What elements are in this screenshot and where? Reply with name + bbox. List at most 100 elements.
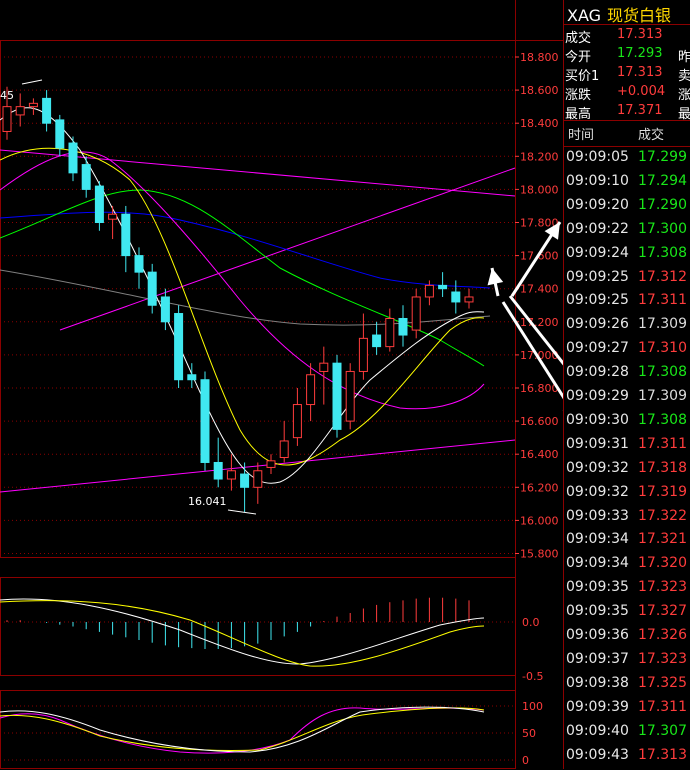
trade-time: 09:09:31 <box>566 435 629 452</box>
candle-body <box>226 470 236 480</box>
candle-body <box>385 317 395 348</box>
trade-price: 17.311 <box>638 292 687 309</box>
quote-label: 成交 <box>565 31 592 46</box>
candle-body <box>42 97 52 124</box>
arrow-small-up-head <box>487 268 504 286</box>
trade-price: 17.322 <box>638 507 687 524</box>
high-marker-leader <box>21 79 43 85</box>
trade-price: 17.313 <box>638 746 687 763</box>
trades-header: 时间 成交 <box>563 122 690 146</box>
trade-time: 09:09:32 <box>566 459 629 476</box>
candle-body <box>411 296 421 331</box>
trade-time: 09:09:22 <box>566 220 629 237</box>
low-marker-label: 16.041 <box>188 495 227 508</box>
candle-body <box>200 379 210 463</box>
header-divider <box>563 146 690 147</box>
trade-time: 09:09:34 <box>566 555 629 572</box>
chart-grid <box>0 0 563 769</box>
trade-time: 09:09:35 <box>566 579 629 596</box>
quote-label-secondary: 昨 <box>678 50 690 65</box>
candle-body <box>108 213 118 220</box>
quote-value: 17.293 <box>617 46 663 61</box>
trade-time: 09:09:33 <box>566 507 629 524</box>
trade-price: 17.311 <box>638 698 687 715</box>
quote-value: 17.313 <box>617 65 663 80</box>
trade-price: 17.299 <box>638 149 687 165</box>
trade-price: 17.310 <box>638 340 687 357</box>
ma10-line <box>0 147 485 466</box>
quote-label-secondary: 卖 <box>678 69 690 84</box>
trade-time: 09:09:36 <box>566 627 629 643</box>
y-tick-label: 18.600 <box>520 84 559 97</box>
y-tick-label: 18.200 <box>520 150 559 163</box>
price-column-header: 成交 <box>638 128 665 143</box>
trade-time: 09:09:10 <box>566 172 629 189</box>
macd-dea-line <box>0 600 485 667</box>
panel-title: XAG 现货白银 <box>567 2 671 26</box>
candle-body <box>187 374 197 381</box>
y-tick-label: 16.800 <box>520 382 559 395</box>
trade-time: 09:09:26 <box>566 316 629 333</box>
y-tick-label: 16.200 <box>520 481 559 494</box>
macd-tick-low: -0.5 <box>522 670 543 683</box>
trade-price: 17.319 <box>638 483 687 500</box>
trade-price: 17.320 <box>638 555 687 572</box>
trade-price: 17.312 <box>638 268 687 285</box>
trade-price: 17.321 <box>638 531 687 548</box>
ma20-line <box>0 151 485 410</box>
candle-body <box>147 271 157 306</box>
trade-time: 09:09:37 <box>566 650 629 667</box>
candle-body <box>134 255 144 273</box>
candle-body <box>398 317 408 336</box>
trade-price: 17.323 <box>638 650 687 667</box>
panel-divider <box>563 0 564 769</box>
quote-value: 17.313 <box>617 27 663 42</box>
kdj-panel: 100 50 0 <box>0 690 543 769</box>
y-tick-label: 16.000 <box>520 514 559 527</box>
candle-body <box>306 374 316 406</box>
candle-body <box>372 334 382 348</box>
symbol-code: XAG <box>567 6 602 25</box>
trade-price: 17.327 <box>638 603 687 620</box>
trade-time: 09:09:40 <box>566 722 629 739</box>
candle-body <box>279 440 289 459</box>
trade-time: 09:09:27 <box>566 340 629 357</box>
trade-price: 17.309 <box>638 388 687 404</box>
symbol-name: 现货白银 <box>607 6 672 25</box>
candle-body <box>266 460 276 468</box>
y-tick-label: 16.600 <box>520 415 559 428</box>
trade-time: 09:09:39 <box>566 698 629 715</box>
trade-price: 17.308 <box>638 411 687 428</box>
trade-price: 17.323 <box>638 579 687 596</box>
macd-tick-zero: 0.0 <box>522 616 540 629</box>
trade-time: 09:09:35 <box>566 603 629 620</box>
candle-body <box>240 473 250 488</box>
quote-panel: XAG 现货白银 成交 17.313 今开 17.293 昨买价1 17.313 卖涨跌 +0.… <box>563 0 690 769</box>
quote-label-secondary: 涨 <box>678 88 690 103</box>
candle-body <box>464 296 474 303</box>
low-marker-leader <box>227 509 257 515</box>
quote-value: +0.004 <box>617 84 666 99</box>
trade-price: 17.307 <box>638 722 687 739</box>
kdj-tick: 100 <box>522 700 543 713</box>
candle-body <box>160 296 170 323</box>
trade-time: 09:09:25 <box>566 292 629 309</box>
trade-time: 09:09:05 <box>566 149 629 165</box>
y-tick-label: 17.400 <box>520 283 559 296</box>
trade-time: 09:09:38 <box>566 674 629 691</box>
quote-label: 买价1 <box>565 69 600 84</box>
trade-price: 17.308 <box>638 364 687 381</box>
y-tick-label: 18.800 <box>520 51 559 64</box>
ma60-line <box>0 211 491 289</box>
candle-body <box>174 313 184 381</box>
candle-body <box>94 185 104 223</box>
kdj-j-line <box>0 707 485 754</box>
quote-divider <box>563 120 690 121</box>
high-marker-label: 45 <box>0 89 14 102</box>
trade-price: 17.308 <box>638 244 687 261</box>
y-tick-label: 15.800 <box>520 548 559 561</box>
title-divider <box>563 24 690 25</box>
quote-value: 17.371 <box>617 103 663 118</box>
macd-dif-line <box>0 598 485 665</box>
time-column-header: 时间 <box>568 128 595 143</box>
